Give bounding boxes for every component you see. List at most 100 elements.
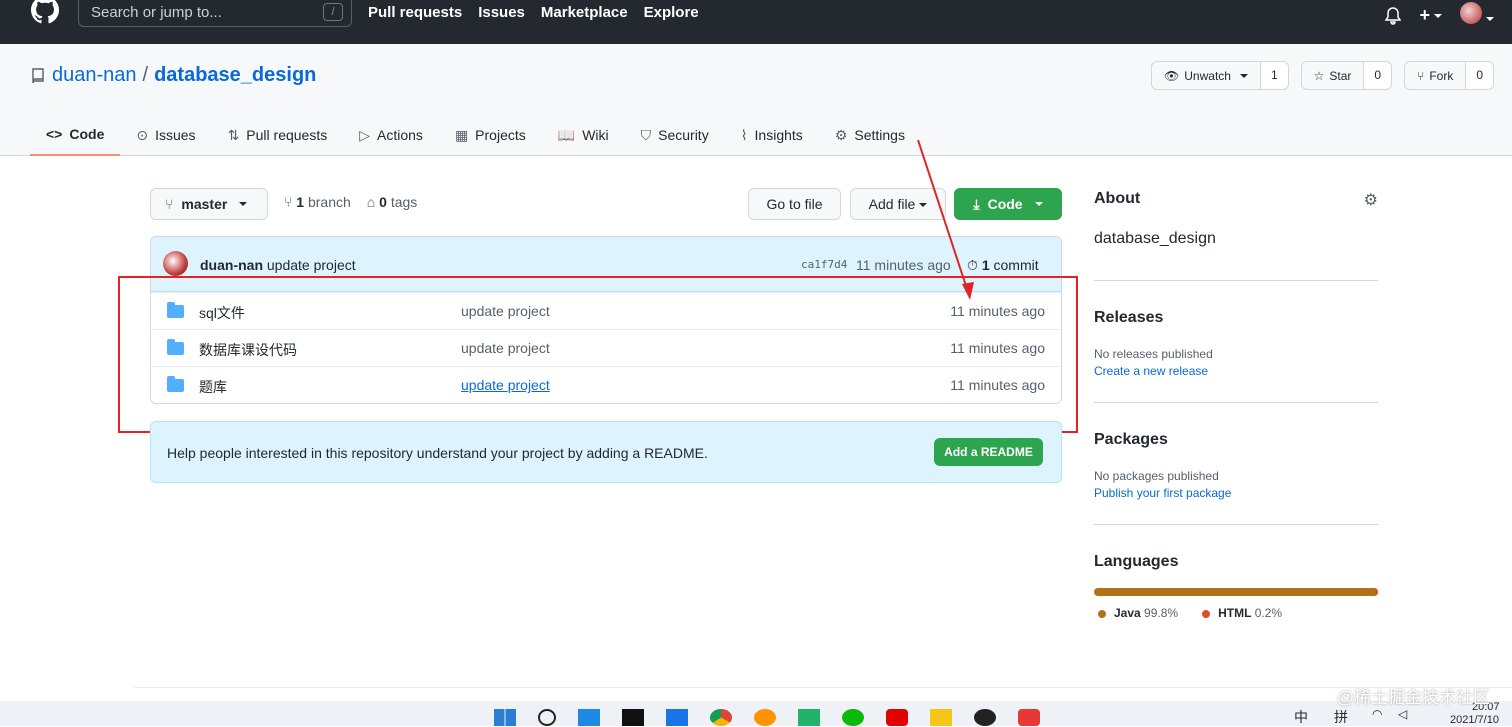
star-count[interactable]: 0 xyxy=(1363,62,1392,89)
tab-label: Actions xyxy=(377,127,423,143)
ime-mode[interactable]: 拼 xyxy=(1334,707,1348,727)
fork-icon: ⑂ xyxy=(1417,68,1425,83)
publish-package-link[interactable]: Publish your first package xyxy=(1094,486,1378,500)
divider xyxy=(1094,402,1378,403)
caret-down-icon xyxy=(1034,202,1043,206)
qq-icon[interactable] xyxy=(974,709,996,726)
gear-icon[interactable]: ⚙ xyxy=(1364,190,1378,210)
repo-sidebar: About ⚙ database_design Releases No rele… xyxy=(1094,190,1378,620)
tags-link[interactable]: ⌂ 0 tags xyxy=(367,194,418,210)
repo-header: duan-nan / database_design 👁 Unwatch 1 ☆ S… xyxy=(0,44,1512,156)
star-button[interactable]: ☆ Star xyxy=(1302,62,1364,89)
tab-insights[interactable]: ⌇ Insights xyxy=(725,114,819,156)
issue-icon: ⊙ xyxy=(136,126,149,143)
repo-meta: ⑂ 1 branch ⌂ 0 tags xyxy=(284,194,417,210)
tab-actions[interactable]: ▷ Actions xyxy=(343,114,439,156)
commit-message[interactable]: update project xyxy=(267,257,356,273)
language-bar xyxy=(1094,588,1378,596)
commit-word: commit xyxy=(993,257,1039,273)
task-view-icon[interactable] xyxy=(578,709,600,726)
volume-icon[interactable]: ◁ xyxy=(1398,707,1407,721)
player-icon[interactable] xyxy=(798,709,820,726)
caret-down-icon xyxy=(1486,17,1494,22)
branch-select-button[interactable]: ⑂ master xyxy=(150,188,268,220)
tag-word: tags xyxy=(390,194,418,210)
go-to-file-button[interactable]: Go to file xyxy=(748,188,841,220)
branch-icon: ⑂ xyxy=(284,194,293,210)
tab-label: Projects xyxy=(475,127,526,143)
releases-heading[interactable]: Releases xyxy=(1094,309,1378,327)
nav-explore[interactable]: Explore xyxy=(644,4,699,21)
pull-request-icon: ⇅ xyxy=(227,126,240,143)
packages-heading[interactable]: Packages xyxy=(1094,431,1378,449)
star-button-group: ☆ Star 0 xyxy=(1300,61,1393,90)
ime-language[interactable]: 中 xyxy=(1294,707,1308,727)
search-icon[interactable] xyxy=(538,709,556,726)
wechat-icon[interactable] xyxy=(842,709,864,726)
chrome-icon[interactable] xyxy=(710,709,732,726)
webstorm-icon[interactable] xyxy=(666,709,688,726)
tag-icon: ⌂ xyxy=(366,194,376,210)
intellij-icon[interactable] xyxy=(622,709,644,726)
packages-empty-text: No packages published xyxy=(1094,469,1219,483)
tab-wiki[interactable]: 📖 Wiki xyxy=(542,114,625,156)
power-app-icon[interactable] xyxy=(1018,709,1040,726)
create-release-link[interactable]: Create a new release xyxy=(1094,364,1378,378)
nav-marketplace[interactable]: Marketplace xyxy=(541,4,628,21)
search-input[interactable]: Search or jump to... / xyxy=(78,0,352,27)
languages-heading: Languages xyxy=(1094,553,1179,570)
tab-code[interactable]: <> Code xyxy=(30,114,121,156)
nav-pull-requests[interactable]: Pull requests xyxy=(368,4,462,21)
tab-label: Insights xyxy=(754,127,803,143)
repo-owner-link[interactable]: duan-nan xyxy=(52,64,137,87)
tag-count: 0 xyxy=(379,194,387,210)
netease-music-icon[interactable] xyxy=(886,709,908,726)
create-new-button[interactable]: + xyxy=(1419,5,1442,26)
branches-link[interactable]: ⑂ 1 branch xyxy=(284,194,351,210)
fork-count[interactable]: 0 xyxy=(1465,62,1493,89)
star-app-icon[interactable] xyxy=(930,709,952,726)
tab-pull-requests[interactable]: ⇅ Pull requests xyxy=(212,114,344,156)
github-logo-icon[interactable] xyxy=(27,0,63,24)
code-icon: <> xyxy=(46,126,63,142)
commit-history-link[interactable]: ⏱ 1 commit xyxy=(967,257,1039,274)
tab-issues[interactable]: ⊙ Issues xyxy=(120,114,211,156)
add-readme-button[interactable]: Add a README xyxy=(934,438,1043,466)
commit-author[interactable]: duan-nan xyxy=(200,257,263,273)
book-icon: 📖 xyxy=(557,126,576,143)
user-menu[interactable] xyxy=(1460,2,1494,29)
unwatch-button[interactable]: 👁 Unwatch xyxy=(1152,62,1260,89)
language-html[interactable]: HTML 0.2% xyxy=(1202,606,1282,620)
code-download-button[interactable]: ⤓ Code xyxy=(954,188,1062,220)
tab-settings[interactable]: ⚙ Settings xyxy=(819,114,921,156)
windows-start-icon[interactable] xyxy=(494,709,516,726)
firefox-icon[interactable] xyxy=(754,709,776,726)
fork-button-group: ⑂ Fork 0 xyxy=(1404,61,1494,90)
watch-button-group: 👁 Unwatch 1 xyxy=(1151,61,1289,90)
language-java[interactable]: Java 99.8% xyxy=(1098,606,1178,620)
divider xyxy=(1094,524,1378,525)
footer-divider xyxy=(134,687,1512,688)
commit-sha[interactable]: ca1f7d4 xyxy=(801,258,847,271)
fork-button[interactable]: ⑂ Fork xyxy=(1405,62,1465,89)
tab-security[interactable]: ⛉ Security xyxy=(625,114,725,156)
repo-name-link[interactable]: database_design xyxy=(154,64,316,87)
language-percent: 0.2% xyxy=(1254,606,1283,620)
commit-count: 1 xyxy=(981,257,990,273)
avatar[interactable] xyxy=(163,251,188,276)
header-actions: + xyxy=(1385,2,1494,29)
wifi-icon[interactable]: ◠ xyxy=(1372,707,1382,721)
global-nav: Pull requests Issues Marketplace Explore xyxy=(368,4,699,21)
bell-icon[interactable] xyxy=(1385,6,1402,25)
clock-date[interactable]: 2021/7/10 xyxy=(1450,714,1499,726)
branch-word: branch xyxy=(307,194,351,210)
tab-label: Issues xyxy=(155,127,196,143)
add-file-button[interactable]: Add file xyxy=(850,188,946,220)
caret-down-icon xyxy=(239,202,248,206)
tab-projects[interactable]: ▦ Projects xyxy=(439,114,542,156)
watch-count[interactable]: 1 xyxy=(1259,62,1288,89)
tab-label: Pull requests xyxy=(246,127,328,143)
tab-label: Wiki xyxy=(582,127,609,143)
search-placeholder: Search or jump to... xyxy=(91,4,222,21)
nav-issues[interactable]: Issues xyxy=(478,4,525,21)
